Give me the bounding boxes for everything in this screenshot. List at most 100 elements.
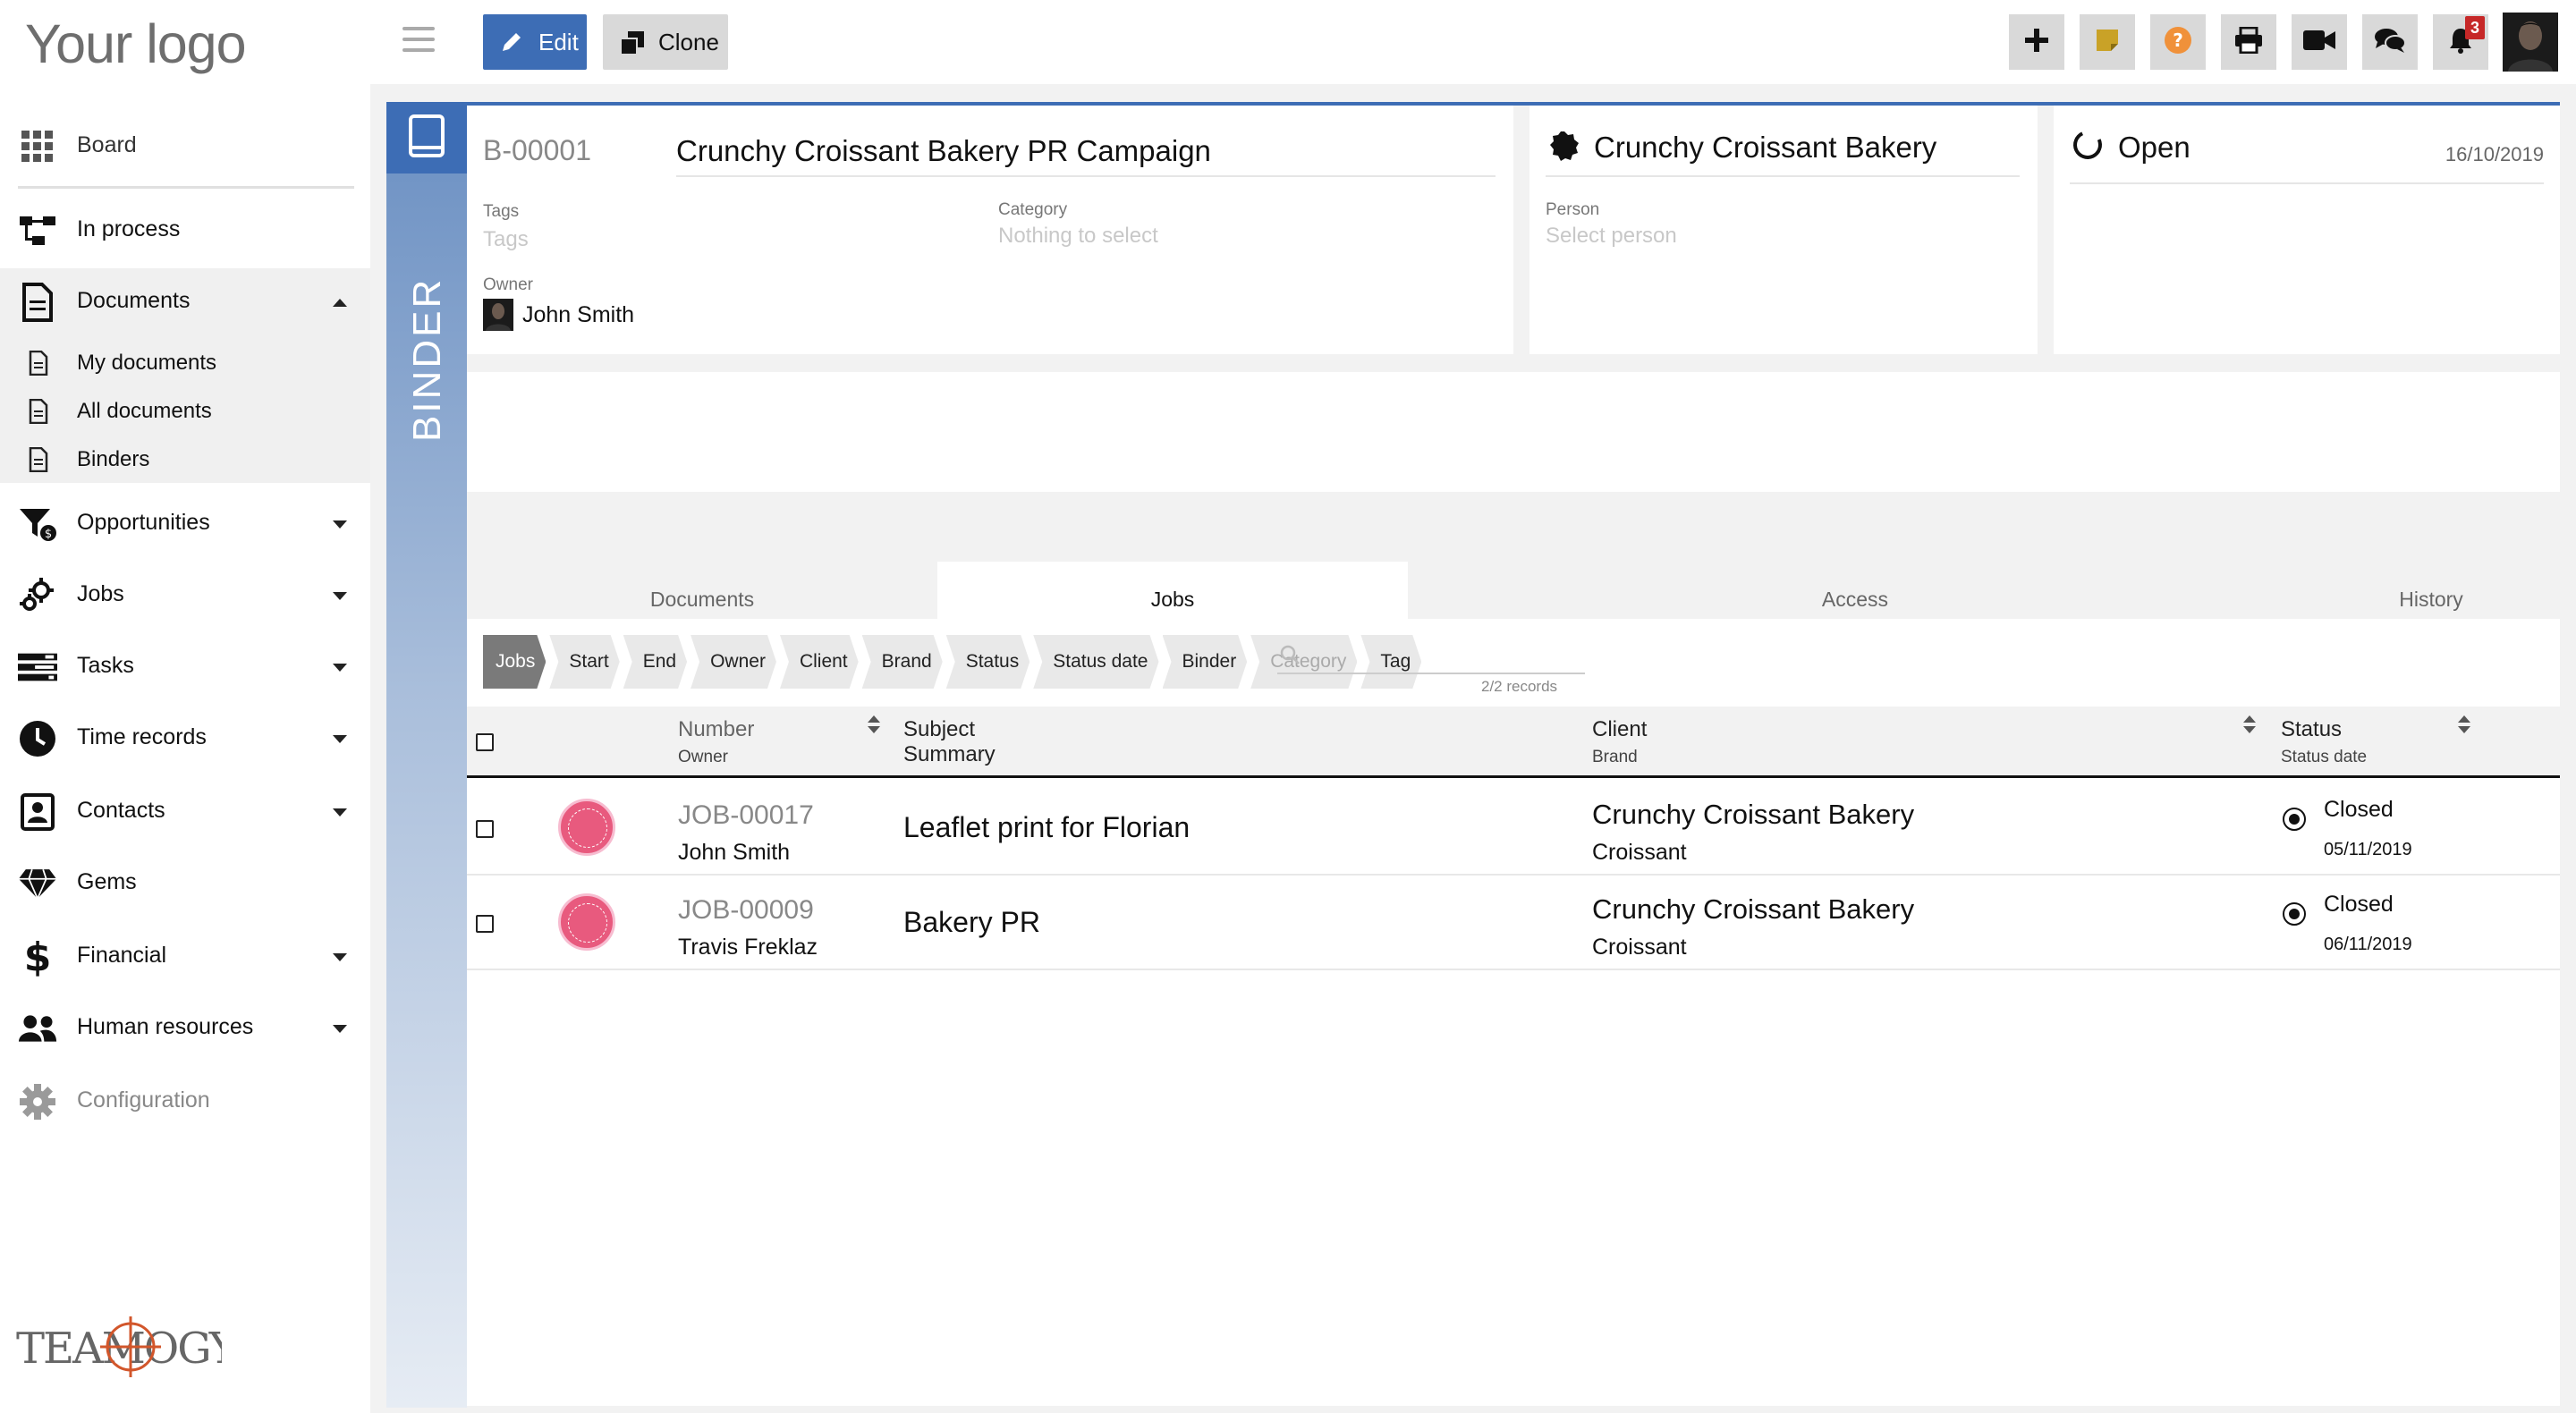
sticky-note-button[interactable]	[2080, 14, 2135, 70]
column-client[interactable]: Client	[1592, 717, 1647, 742]
tab-access[interactable]: Access	[1408, 562, 2302, 619]
sidebar-item-my-documents[interactable]: My documents	[0, 345, 370, 381]
sidebar-item-label: Configuration	[77, 1087, 210, 1113]
sidebar-item-tasks[interactable]: Tasks	[0, 646, 370, 689]
job-client[interactable]: Crunchy Croissant Bakery	[1592, 799, 1914, 831]
client-panel: Crunchy Croissant Bakery Person Select p…	[1530, 106, 2038, 354]
binder-main-panel: B-00001 Crunchy Croissant Bakery PR Camp…	[467, 106, 1513, 354]
filter-chip-client[interactable]: Client	[780, 635, 859, 689]
select-all-checkbox[interactable]	[476, 733, 494, 751]
column-status[interactable]: Status	[2281, 717, 2342, 742]
person-select[interactable]: Select person	[1546, 224, 1677, 249]
sidebar-item-board[interactable]: Board	[0, 125, 370, 168]
hamburger-menu-icon[interactable]	[402, 27, 435, 52]
filter-chip-brand[interactable]: Brand	[862, 635, 943, 689]
sidebar-item-configuration[interactable]: Configuration	[0, 1080, 370, 1123]
document-icon	[25, 350, 52, 377]
filter-chip-binder[interactable]: Binder	[1163, 635, 1248, 689]
binder-strip-label: BINDER	[405, 276, 449, 442]
process-icon	[18, 211, 57, 250]
print-button[interactable]	[2221, 14, 2276, 70]
chat-button[interactable]	[2362, 14, 2418, 70]
job-subject[interactable]: Leaflet print for Florian	[903, 811, 1190, 844]
closed-status-icon	[2283, 902, 2306, 926]
sidebar-item-human-resources[interactable]: Human resources	[0, 1007, 370, 1050]
filter-chip-jobs[interactable]: Jobs	[483, 635, 546, 689]
user-avatar[interactable]	[2503, 13, 2558, 72]
help-icon: ?	[2164, 26, 2192, 59]
sort-icon[interactable]	[2458, 715, 2470, 735]
sidebar: Your logo Board In process Documents My …	[0, 0, 370, 1413]
sidebar-item-documents[interactable]: Documents	[0, 281, 370, 324]
sidebar-item-financial[interactable]: $ Financial	[0, 935, 370, 978]
sidebar-item-contacts[interactable]: Contacts	[0, 791, 370, 833]
edit-button[interactable]: Edit	[483, 14, 587, 70]
grid-icon	[18, 127, 57, 166]
filter-chip-start[interactable]: Start	[549, 635, 619, 689]
sidebar-item-label: Tasks	[77, 653, 134, 678]
client-name[interactable]: Crunchy Croissant Bakery	[1594, 131, 1936, 165]
column-subject[interactable]: Subject	[903, 717, 975, 742]
help-button[interactable]: ?	[2150, 14, 2206, 70]
video-button[interactable]	[2292, 14, 2347, 70]
category-select[interactable]: Nothing to select	[998, 224, 1158, 249]
owner-name[interactable]: John Smith	[522, 302, 634, 328]
jobs-content: Jobs Start End Owner Client Brand Status…	[467, 619, 2560, 1406]
closed-status-icon	[2283, 808, 2306, 831]
job-number[interactable]: JOB-00009	[678, 895, 814, 926]
chevron-down-icon	[333, 1025, 347, 1033]
chevron-down-icon	[333, 808, 347, 816]
sidebar-item-time-records[interactable]: Time records	[0, 717, 370, 760]
tab-history[interactable]: History	[2302, 562, 2560, 619]
book-icon	[407, 114, 446, 163]
sort-icon[interactable]	[868, 715, 880, 735]
sidebar-item-jobs[interactable]: Jobs	[0, 574, 370, 617]
sidebar-item-opportunities[interactable]: $ Opportunities	[0, 503, 370, 546]
sidebar-item-binders[interactable]: Binders	[0, 442, 370, 478]
table-row[interactable]: JOB-00009 Travis Freklaz Bakery PR Crunc…	[467, 876, 2560, 970]
row-checkbox[interactable]	[476, 820, 494, 838]
chevron-down-icon	[333, 592, 347, 600]
gears-icon	[18, 576, 57, 615]
sidebar-item-label: Opportunities	[77, 510, 210, 535]
tags-input[interactable]: Tags	[483, 227, 529, 252]
column-brand: Brand	[1592, 748, 1638, 766]
job-client[interactable]: Crunchy Croissant Bakery	[1592, 893, 1914, 926]
job-owner: Travis Freklaz	[678, 935, 818, 960]
clone-label: Clone	[658, 28, 719, 55]
job-number[interactable]: JOB-00017	[678, 800, 814, 831]
sidebar-item-all-documents[interactable]: All documents	[0, 393, 370, 429]
logo: Your logo	[25, 13, 247, 74]
job-subject[interactable]: Bakery PR	[903, 906, 1040, 939]
chevron-up-icon	[333, 299, 347, 307]
row-checkbox[interactable]	[476, 915, 494, 933]
column-number[interactable]: Number	[678, 717, 754, 742]
status-value[interactable]: Open	[2118, 131, 2190, 165]
sidebar-item-label: My documents	[77, 351, 217, 375]
sort-icon[interactable]	[2243, 715, 2256, 735]
video-icon	[2303, 30, 2335, 55]
binder-title[interactable]: Crunchy Croissant Bakery PR Campaign	[676, 134, 1211, 168]
status-panel: Open 16/10/2019	[2054, 106, 2560, 354]
clone-button[interactable]: Clone	[603, 14, 728, 70]
table-row[interactable]: JOB-00017 John Smith Leaflet print for F…	[467, 781, 2560, 876]
add-button[interactable]	[2009, 14, 2064, 70]
filter-chip-end[interactable]: End	[623, 635, 687, 689]
document-icon	[25, 446, 52, 473]
notifications-button[interactable]: 3	[2433, 14, 2488, 70]
sidebar-item-label: Board	[77, 132, 137, 157]
filter-chip-status[interactable]: Status	[946, 635, 1030, 689]
sidebar-item-in-process[interactable]: In process	[0, 209, 370, 252]
description-area[interactable]	[467, 372, 2560, 492]
search-input[interactable]	[1277, 639, 1585, 674]
teamogy-logo: TEAMOGY	[16, 1309, 241, 1381]
chevron-down-icon	[333, 664, 347, 672]
tab-documents[interactable]: Documents	[467, 562, 937, 619]
job-brand: Croissant	[1592, 840, 1687, 865]
sidebar-divider	[18, 186, 354, 189]
filter-chip-status-date[interactable]: Status date	[1033, 635, 1158, 689]
sidebar-item-label: Jobs	[77, 581, 124, 606]
tab-jobs[interactable]: Jobs	[937, 562, 1408, 619]
sidebar-item-gems[interactable]: Gems	[0, 862, 370, 905]
filter-chip-owner[interactable]: Owner	[691, 635, 776, 689]
